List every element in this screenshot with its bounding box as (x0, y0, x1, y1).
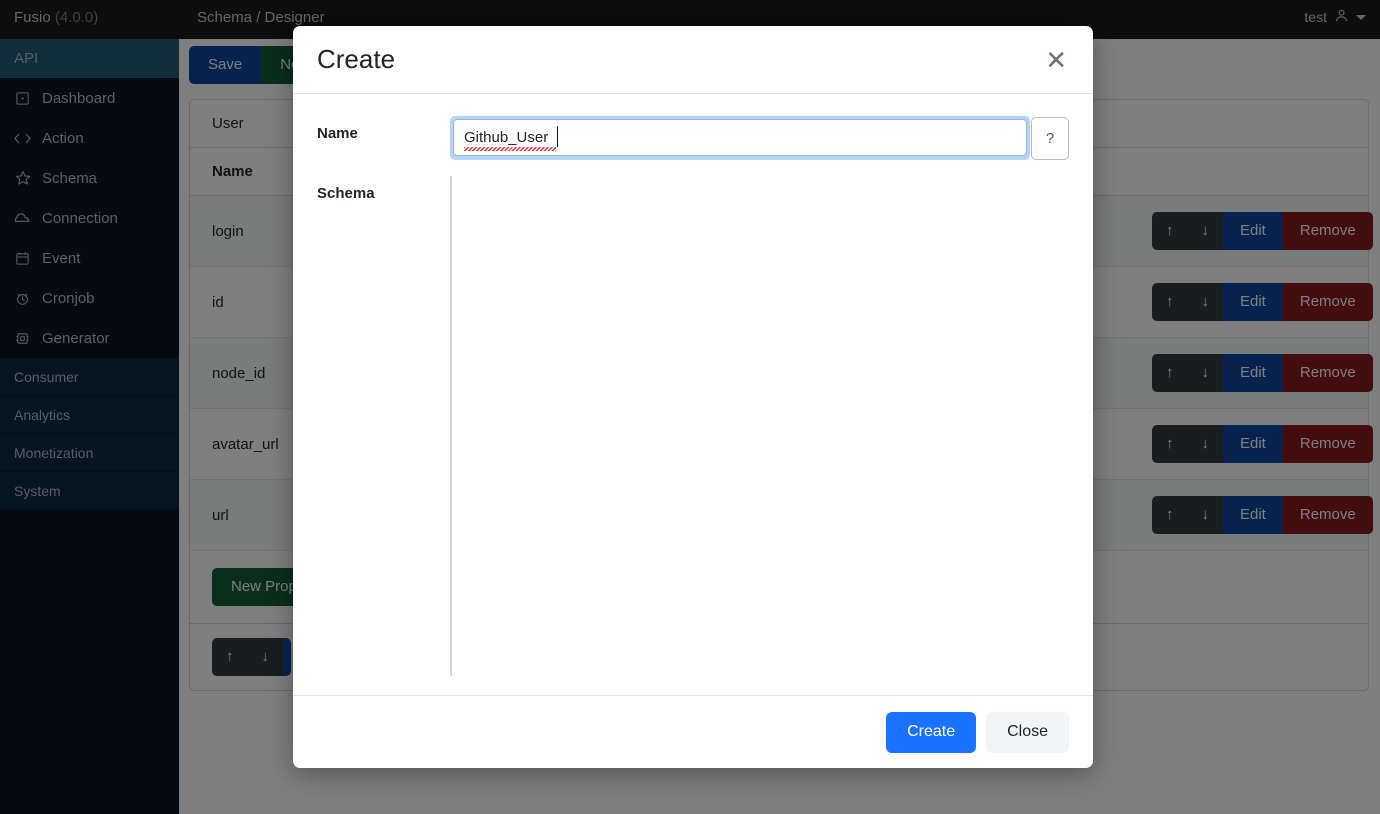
line-number: 13 (451, 415, 452, 434)
line-number: 12 (451, 396, 452, 415)
line-number: 7 (451, 300, 452, 319)
line-number: 18 (451, 511, 452, 530)
line-number: 4 (451, 243, 452, 262)
modal-title: Create (317, 44, 396, 74)
line-number: 11 (451, 377, 452, 396)
line-number: 8 (451, 319, 452, 338)
modal-header: Create ✕ (293, 26, 1093, 94)
json-schema-editor[interactable]: 1234567891011121314151617181920212223242… (450, 176, 452, 676)
modal-footer: Create Close (293, 695, 1093, 768)
line-number: 22 (451, 588, 452, 607)
schema-field-control: 1234567891011121314151617181920212223242… (450, 176, 1069, 676)
name-help-button[interactable]: ? (1031, 117, 1069, 160)
modal-body: Name ? Schema 12345678910111213141516171… (293, 94, 1093, 695)
line-number: 9 (451, 339, 452, 358)
name-field-label: Name (317, 125, 358, 142)
line-number: 1 (451, 185, 452, 204)
schema-field-label: Schema (317, 185, 375, 202)
name-input-wrapper (450, 116, 1030, 160)
close-button[interactable]: Close (986, 711, 1069, 753)
line-number: 19 (451, 530, 452, 549)
create-schema-modal: Create ✕ Name ? Schema (293, 26, 1093, 768)
line-number: 24 (451, 626, 452, 645)
line-number: 17 (451, 492, 452, 511)
line-number: 16 (451, 473, 452, 492)
line-number: 14 (451, 434, 452, 453)
editor-line-numbers: 1234567891011121314151617181920212223242… (451, 177, 452, 675)
name-field-control: ? (450, 116, 1069, 160)
line-number: 25 (451, 646, 452, 665)
line-number: 6 (451, 281, 452, 300)
name-input[interactable] (453, 119, 1027, 156)
name-field-row: Name ? (317, 116, 1069, 160)
line-number: 3 (451, 223, 452, 242)
line-number: 15 (451, 454, 452, 473)
line-number: 23 (451, 607, 452, 626)
line-number: 5 (451, 262, 452, 281)
line-number: 21 (451, 569, 452, 588)
create-button[interactable]: Create (886, 711, 977, 753)
close-icon[interactable]: ✕ (1043, 47, 1069, 73)
line-number: 20 (451, 550, 452, 569)
line-number: 26 (451, 665, 452, 676)
schema-field-row: Schema 123456789101112131415161718192021… (317, 176, 1069, 676)
app-root: Fusio (4.0.0) Schema / Designer test API (0, 0, 1380, 814)
line-number: 10 (451, 358, 452, 377)
line-number: 2 (451, 204, 452, 223)
